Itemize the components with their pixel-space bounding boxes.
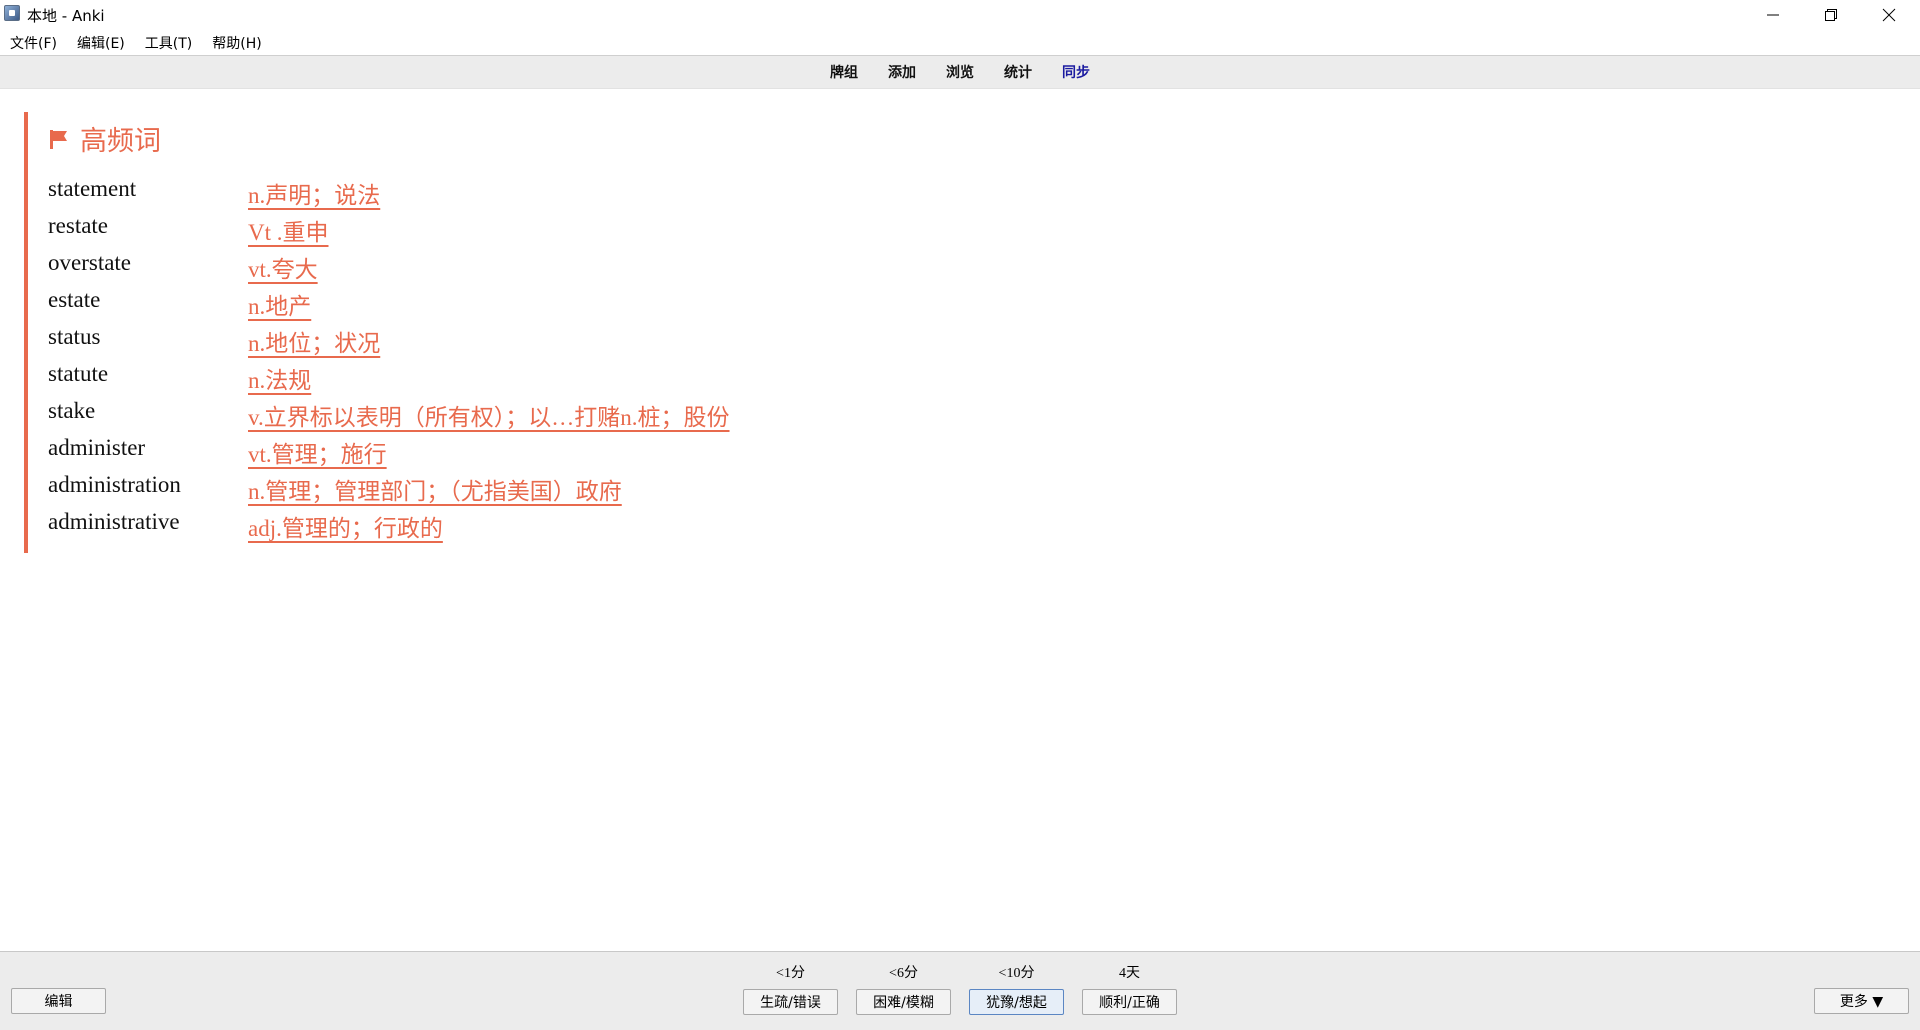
meaning: n.地位；状况 <box>248 331 381 356</box>
again-button[interactable]: 生疏/错误 <box>743 989 838 1015</box>
meaning: adj.管理的；行政的 <box>248 516 443 541</box>
close-icon <box>1882 8 1896 21</box>
word: administrative <box>48 509 180 534</box>
toolbar-sync-link[interactable]: 同步 <box>1047 62 1105 82</box>
menu-file[interactable]: 文件(F) <box>0 29 67 55</box>
word-row: statement n.声明；说法 <box>48 176 1048 213</box>
meaning: v.立界标以表明（所有权）；以…打赌n.桩；股份 <box>248 405 730 430</box>
restore-icon <box>1825 8 1837 21</box>
word: statute <box>48 361 109 386</box>
good-interval: <10分 <box>998 966 1035 981</box>
flag-icon <box>50 129 67 149</box>
toolbar-add-link[interactable]: 添加 <box>873 62 931 82</box>
answer-bar: 编辑 <1分 生疏/错误 <6分 困难/模糊 <10分 犹豫/想起 4天 顺利/… <box>0 951 1920 1030</box>
word: restate <box>48 213 109 238</box>
word-row: restate Vt .重申 <box>48 213 1048 250</box>
menu-tools[interactable]: 工具(T) <box>135 29 202 55</box>
restore-button[interactable] <box>1802 0 1860 29</box>
meaning: n.地产 <box>248 294 312 319</box>
meaning: n.管理；管理部门；（尤指美国）政府 <box>248 479 622 504</box>
minimize-icon <box>1767 14 1779 15</box>
toolbar-stats-link[interactable]: 统计 <box>989 62 1047 82</box>
deck-title: 高频词 <box>80 126 161 157</box>
more-button[interactable]: 更多 ▼ <box>1814 988 1909 1014</box>
easy-button[interactable]: 顺利/正确 <box>1082 989 1177 1015</box>
minimize-button[interactable] <box>1744 0 1802 29</box>
word-row: administration n.管理；管理部门；（尤指美国）政府 <box>48 472 1048 509</box>
review-card: 高频词 statement n.声明；说法 restate Vt .重申 ove… <box>24 112 1904 553</box>
word-row: administrative adj.管理的；行政的 <box>48 509 1048 546</box>
easy-interval: 4天 <box>1119 966 1140 981</box>
good-button[interactable]: 犹豫/想起 <box>969 989 1064 1015</box>
menu-help[interactable]: 帮助(H) <box>202 29 271 55</box>
top-toolbar: 牌组 添加 浏览 统计 同步 <box>0 56 1920 89</box>
meaning: n.法规 <box>248 368 312 393</box>
hard-button[interactable]: 困难/模糊 <box>856 989 951 1015</box>
window-title: 本地 - Anki <box>27 7 105 25</box>
word: stake <box>48 398 96 423</box>
toolbar-browse-link[interactable]: 浏览 <box>931 62 989 82</box>
anki-app-icon <box>4 5 20 21</box>
again-interval: <1分 <box>776 966 805 981</box>
edit-button[interactable]: 编辑 <box>11 988 106 1014</box>
close-button[interactable] <box>1860 0 1918 29</box>
word-row: estate n.地产 <box>48 287 1048 324</box>
hard-interval: <6分 <box>889 966 918 981</box>
meaning: Vt .重申 <box>248 220 329 245</box>
word-row: administer vt.管理；施行 <box>48 435 1048 472</box>
word: administration <box>48 472 181 497</box>
deck-header: 高频词 <box>48 119 161 158</box>
word: statement <box>48 176 137 201</box>
title-bar: 本地 - Anki <box>0 0 1920 29</box>
word: status <box>48 324 101 349</box>
word-row: status n.地位；状况 <box>48 324 1048 361</box>
word-row: statute n.法规 <box>48 361 1048 398</box>
menu-edit[interactable]: 编辑(E) <box>67 29 135 55</box>
word: administer <box>48 435 146 460</box>
meaning: vt.夸大 <box>248 257 318 282</box>
meaning: n.声明；说法 <box>248 183 381 208</box>
word-row: overstate vt.夸大 <box>48 250 1048 287</box>
meaning: vt.管理；施行 <box>248 442 387 467</box>
word: overstate <box>48 250 132 275</box>
toolbar-decks-link[interactable]: 牌组 <box>815 62 873 82</box>
menu-bar: 文件(F) 编辑(E) 工具(T) 帮助(H) <box>0 29 1920 55</box>
word: estate <box>48 287 101 312</box>
word-row: stake v.立界标以表明（所有权）；以…打赌n.桩；股份 <box>48 398 1048 435</box>
